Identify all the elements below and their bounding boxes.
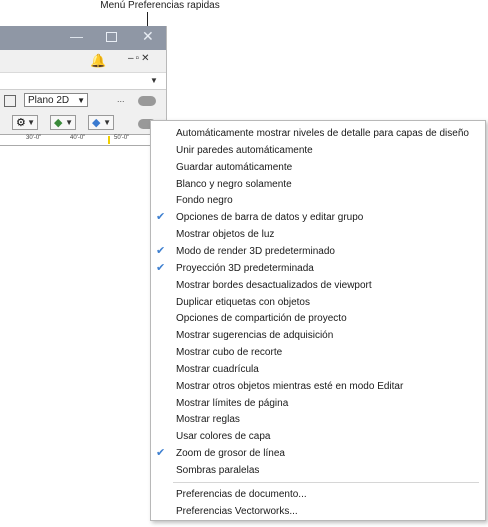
menu-item-label: Opciones de compartición de proyecto [176,313,347,325]
app-window-fragment: — ✕ 🔔 –▫✕ ▼ Plano 2D ▼ ... ⚙ ▼ ◆ ▼ ◆ ▼ 30'-… [0,26,167,146]
document-window-controls-icon[interactable]: –▫✕ [128,53,152,64]
menu-item-label: Sombras paralelas [176,465,260,476]
ruler-marker [108,136,110,144]
checkmark-icon: ✔ [156,447,166,460]
menu-item-label: Preferencias Vectorworks... [176,505,298,517]
menu-item[interactable]: ✔ Modo de render 3D predeterminado [151,243,485,260]
menu-row: 🔔 –▫✕ [0,50,166,73]
tools-row: ⚙ ▼ ◆ ▼ ◆ ▼ [0,112,166,134]
menu-item-label: Usar colores de capa [176,431,271,443]
menu-item-label: Mostrar otros objetos mientras esté en m… [176,380,404,392]
close-icon[interactable]: ✕ [142,28,154,45]
menu-item[interactable]: Unir paredes automáticamente [151,142,485,159]
menu-item-label: Fondo negro [176,195,233,207]
menu-item[interactable]: ✔ Opciones de barra de datos y editar gru… [151,209,485,226]
menu-item[interactable]: Mostrar cubo de recorte [151,344,485,361]
menu-item[interactable]: Fondo negro [151,192,485,209]
minimize-icon[interactable]: — [70,29,83,44]
menu-item-label: Mostrar sugerencias de adquisición [176,330,334,342]
chevron-down-icon: ▼ [65,118,73,127]
maximize-icon[interactable] [106,32,117,42]
menu-item-label: Blanco y negro solamente [176,178,292,190]
checkmark-icon: ✔ [156,261,166,274]
dropdown-row[interactable]: ▼ [0,73,166,90]
menu-item[interactable]: Automáticamente mostrar niveles de detal… [151,125,485,142]
menu-item-label: Mostrar reglas [176,414,240,426]
menu-item-label: Modo de render 3D predeterminado [176,245,335,257]
menu-item-label: Guardar automáticamente [176,161,293,173]
more-options-text: ... [117,94,125,104]
horizontal-ruler: 30'-0" 40'-0" 50'-0" [0,134,166,146]
menu-item[interactable]: Usar colores de capa [151,428,485,445]
render-tool-button[interactable]: ◆ ▼ [88,115,114,130]
menu-item[interactable]: Opciones de compartición de proyecto [151,310,485,327]
menu-item-label: Zoom de grosor de línea [176,448,285,460]
checkmark-icon: ✔ [156,244,166,257]
view-select[interactable]: Plano 2D ▼ [24,93,88,107]
menu-item[interactable]: ✔ Proyección 3D predeterminada [151,260,485,277]
menu-item[interactable]: Guardar automáticamente [151,159,485,176]
menu-item-label: Mostrar cubo de recorte [176,347,283,359]
menu-item[interactable]: Preferencias Vectorworks... [151,503,485,520]
menu-item-label: Mostrar cuadrícula [176,363,259,375]
menu-item-label: Proyección 3D predeterminada [176,262,314,274]
settings-tool-button[interactable]: ⚙ ▼ [12,115,38,130]
view-layout-icon[interactable] [4,95,16,107]
menu-item-label: Duplicar etiquetas con objetos [176,296,310,308]
view-select-value: Plano 2D [28,95,70,106]
window-titlebar: — ✕ [0,26,166,50]
menu-item[interactable]: Blanco y negro solamente [151,176,485,193]
menu-item[interactable]: Mostrar sugerencias de adquisición [151,327,485,344]
chevron-down-icon: ▼ [77,96,85,105]
quick-preferences-menu: Automáticamente mostrar niveles de detal… [150,120,486,521]
ruler-tick: 40'-0" [70,135,86,141]
menu-item[interactable]: Mostrar objetos de luz [151,226,485,243]
menu-item-label: Mostrar objetos de luz [176,229,275,241]
callout-label: Menú Preferencias rapidas [100,0,220,11]
menu-item[interactable]: Mostrar límites de página [151,395,485,412]
menu-item-label: Opciones de barra de datos y editar grup… [176,212,364,224]
menu-item[interactable]: Mostrar bordes desactualizados de viewpo… [151,277,485,294]
menu-item-label: Automáticamente mostrar niveles de detal… [176,128,469,139]
menu-item[interactable]: Duplicar etiquetas con objetos [151,294,485,311]
menu-item[interactable]: Mostrar reglas [151,411,485,428]
chevron-down-icon: ▼ [27,118,35,127]
attributes-tool-button[interactable]: ◆ ▼ [50,115,76,130]
menu-item[interactable]: ✔ Zoom de grosor de línea [151,445,485,462]
gear-icon: ⚙ [16,117,26,129]
menu-item[interactable]: Mostrar otros objetos mientras esté en m… [151,378,485,395]
paint-bucket-icon: ◆ [54,117,63,129]
bell-icon[interactable]: 🔔 [90,53,106,69]
checkmark-icon: ✔ [156,211,166,224]
render-icon: ◆ [92,117,101,129]
chevron-down-icon[interactable]: ▼ [150,76,158,85]
ruler-tick: 30'-0" [26,135,42,141]
menu-item[interactable]: Mostrar cuadrícula [151,361,485,378]
chevron-down-icon: ▼ [103,118,111,127]
menu-item[interactable]: Sombras paralelas [151,462,485,479]
menu-item-label: Mostrar límites de página [176,397,289,409]
toggle-pill-icon[interactable] [138,96,156,106]
menu-item-label: Mostrar bordes desactualizados de viewpo… [176,279,372,291]
menu-item[interactable]: Preferencias de documento... [151,486,485,503]
ruler-tick: 50'-0" [114,135,130,141]
menu-separator [173,481,479,483]
menu-item-label: Unir paredes automáticamente [176,144,313,156]
menu-item-label: Preferencias de documento... [176,488,307,500]
view-bar-row: Plano 2D ▼ ... [0,90,166,112]
